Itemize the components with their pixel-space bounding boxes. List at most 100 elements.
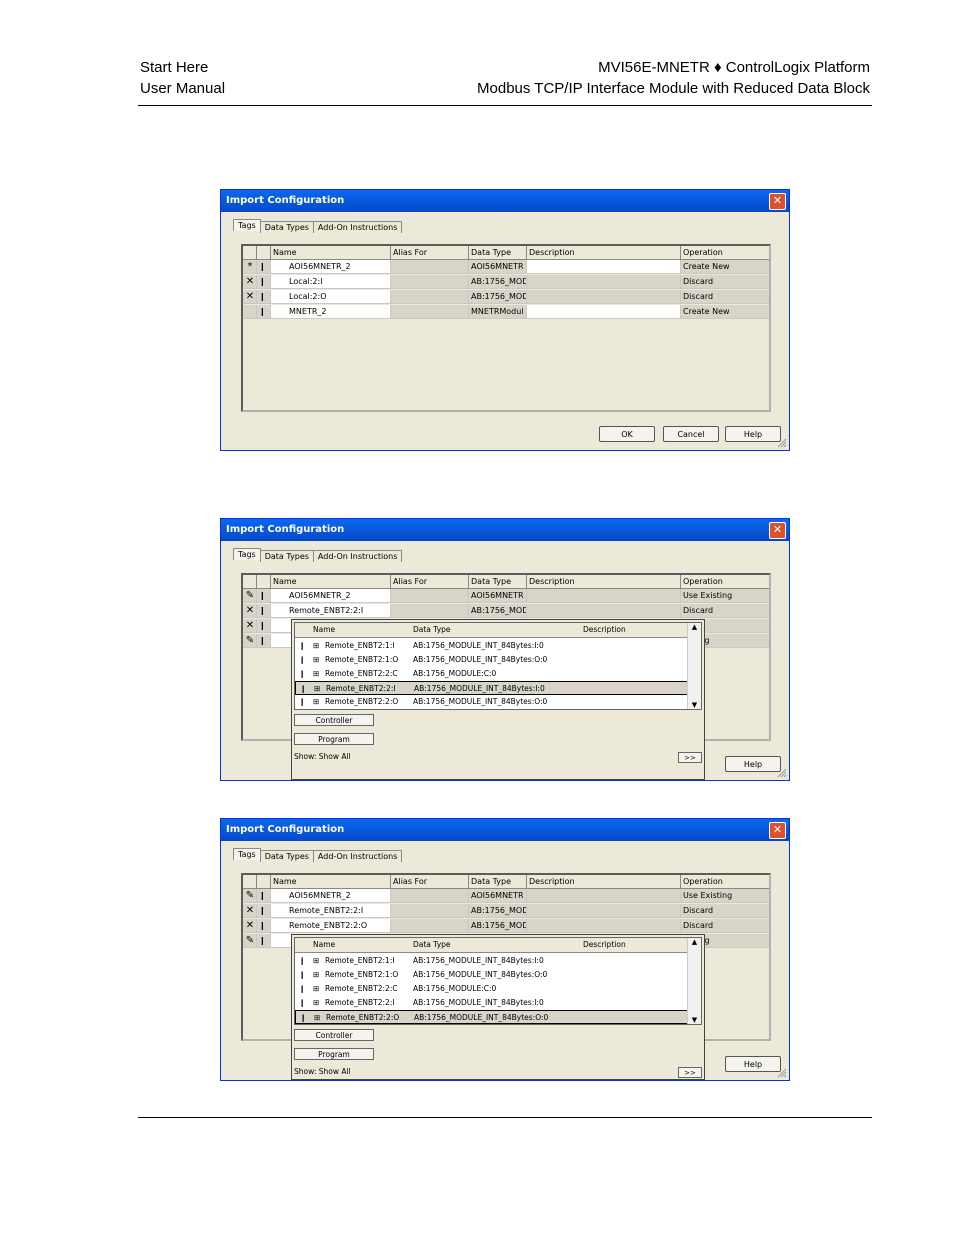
help-button[interactable]: Help — [725, 426, 781, 442]
column-header[interactable]: Alias For — [391, 575, 469, 589]
column-header[interactable]: Data Type — [469, 575, 527, 589]
tab-add-on-instructions[interactable]: Add-On Instructions — [312, 850, 403, 862]
column-header[interactable] — [257, 246, 271, 260]
tag-browser-column[interactable]: Description — [583, 938, 626, 952]
column-header[interactable]: Operation — [681, 875, 769, 889]
operation-cell[interactable]: Use Existing — [681, 589, 769, 603]
operation-cell[interactable]: Discard — [681, 904, 769, 918]
tab-tags[interactable]: Tags — [233, 548, 261, 560]
controller-button[interactable]: Controller — [294, 1029, 374, 1041]
operation-cell[interactable]: Create New — [681, 260, 769, 274]
name-cell[interactable]: MNETR_2 — [271, 305, 391, 319]
tag-browser-column[interactable]: Description — [583, 623, 626, 637]
table-row[interactable]: ✕ ❙ Local:2:O AB:1756_MOD Discard — [243, 290, 769, 304]
tag-browser-column[interactable]: Name — [313, 623, 335, 637]
operation-cell[interactable]: Discard — [681, 290, 769, 304]
row-selector[interactable]: ✎ — [243, 634, 257, 648]
list-item[interactable]: ❙ ⊞ Remote_ENBT2:2:I AB:1756_MODULE_INT_84B… — [295, 996, 689, 1010]
resize-grip-icon[interactable] — [777, 768, 787, 778]
close-icon[interactable]: ✕ — [769, 822, 786, 839]
help-button[interactable]: Help — [725, 756, 781, 772]
list-item[interactable]: ❙ ⊞ Remote_ENBT2:2:I AB:1756_MODULE_INT_84B… — [295, 681, 689, 695]
list-item[interactable]: ❙ ⊞ Remote_ENBT2:2:O AB:1756_MODULE_INT_84B… — [295, 695, 689, 709]
column-header[interactable]: Data Type — [469, 246, 527, 260]
tab-data-types[interactable]: Data Types — [259, 850, 314, 862]
column-header[interactable] — [243, 575, 257, 589]
expand-icon[interactable]: ⊞ — [313, 653, 319, 667]
close-icon[interactable]: ✕ — [769, 193, 786, 210]
tab-tags[interactable]: Tags — [233, 848, 261, 860]
column-header[interactable]: Description — [527, 575, 681, 589]
expand-icon[interactable]: ⊞ — [313, 667, 319, 681]
name-cell[interactable]: AOI56MNETR_2 — [271, 589, 391, 603]
tag-browser-column[interactable]: Data Type — [413, 938, 451, 952]
description-cell[interactable] — [527, 604, 681, 618]
operation-cell[interactable]: Use Existing — [681, 889, 769, 903]
program-button[interactable]: Program — [294, 733, 374, 745]
expand-icon[interactable]: ⊞ — [313, 639, 319, 653]
name-cell[interactable]: AOI56MNETR_2 — [271, 260, 391, 274]
scroll-down-icon[interactable]: ▼ — [688, 1016, 701, 1024]
tab-tags[interactable]: Tags — [233, 219, 261, 231]
column-header[interactable]: Alias For — [391, 246, 469, 260]
scroll-up-icon[interactable]: ▲ — [688, 938, 701, 946]
list-item[interactable]: ❙ ⊞ Remote_ENBT2:1:I AB:1756_MODULE_INT_84B… — [295, 639, 689, 653]
expand-icon[interactable]: ⊞ — [314, 1011, 320, 1024]
close-icon[interactable]: ✕ — [769, 522, 786, 539]
tag-browser-column[interactable]: Data Type — [413, 623, 451, 637]
list-item[interactable]: ❙ ⊞ Remote_ENBT2:1:O AB:1756_MODULE_INT_84B… — [295, 968, 689, 982]
column-header[interactable]: Name — [271, 575, 391, 589]
description-cell[interactable] — [527, 260, 681, 274]
scroll-up-icon[interactable]: ▲ — [688, 623, 701, 631]
column-header[interactable] — [257, 875, 271, 889]
description-cell[interactable] — [527, 904, 681, 918]
row-selector[interactable]: ✕ — [243, 904, 257, 918]
column-header[interactable]: Alias For — [391, 875, 469, 889]
scrollbar[interactable]: ▲ ▼ — [687, 623, 701, 709]
row-selector[interactable]: ✎ — [243, 589, 257, 603]
program-button[interactable]: Program — [294, 1048, 374, 1060]
column-header[interactable]: Operation — [681, 246, 769, 260]
list-item[interactable]: ❙ ⊞ Remote_ENBT2:2:C AB:1756_MODULE:C:0 — [295, 982, 689, 996]
row-selector[interactable]: ✕ — [243, 290, 257, 304]
cancel-button[interactable]: Cancel — [663, 426, 719, 442]
expand-icon[interactable]: ⊞ — [313, 982, 319, 996]
row-selector[interactable]: ✕ — [243, 919, 257, 933]
column-header[interactable]: Name — [271, 246, 391, 260]
help-button[interactable]: Help — [725, 1056, 781, 1072]
tab-add-on-instructions[interactable]: Add-On Instructions — [312, 221, 403, 233]
table-row[interactable]: ✎ ❙ AOI56MNETR_2 AOI56MNETR Use Existing — [243, 889, 769, 903]
more-button[interactable]: >> — [678, 752, 702, 763]
expand-icon[interactable]: ⊞ — [313, 996, 319, 1010]
controller-button[interactable]: Controller — [294, 714, 374, 726]
description-cell[interactable] — [527, 275, 681, 289]
column-header[interactable] — [243, 875, 257, 889]
tab-data-types[interactable]: Data Types — [259, 550, 314, 562]
operation-cell[interactable]: Create New — [681, 305, 769, 319]
column-header[interactable] — [257, 575, 271, 589]
row-selector[interactable]: ✕ — [243, 604, 257, 618]
operation-cell[interactable]: Discard — [681, 275, 769, 289]
row-selector[interactable]: ✎ — [243, 889, 257, 903]
tag-browser-column[interactable]: Name — [313, 938, 335, 952]
operation-cell[interactable]: Discard — [681, 919, 769, 933]
table-row[interactable]: ✕ ❙ Remote_ENBT2:2:I AB:1756_MOD Discard — [243, 604, 769, 618]
column-header[interactable]: Description — [527, 246, 681, 260]
list-item[interactable]: ❙ ⊞ Remote_ENBT2:2:O AB:1756_MODULE_INT_84B… — [295, 1010, 689, 1024]
description-cell[interactable] — [527, 290, 681, 304]
table-row[interactable]: ❙ MNETR_2 MNETRModul Create New — [243, 305, 769, 319]
row-selector[interactable]: ✕ — [243, 275, 257, 289]
expand-icon[interactable]: ⊞ — [313, 695, 319, 709]
scrollbar[interactable]: ▲ ▼ — [687, 938, 701, 1024]
column-header[interactable]: Data Type — [469, 875, 527, 889]
column-header[interactable]: Name — [271, 875, 391, 889]
name-cell[interactable]: Local:2:I — [271, 275, 391, 289]
list-item[interactable]: ❙ ⊞ Remote_ENBT2:1:I AB:1756_MODULE_INT_84B… — [295, 954, 689, 968]
table-row[interactable]: ✕ ❙ Local:2:I AB:1756_MOD Discard — [243, 275, 769, 289]
name-cell[interactable]: Remote_ENBT2:2:O — [271, 919, 391, 933]
tab-add-on-instructions[interactable]: Add-On Instructions — [312, 550, 403, 562]
row-selector[interactable] — [243, 305, 257, 319]
table-row[interactable]: * ❙ AOI56MNETR_2 AOI56MNETR Create New — [243, 260, 769, 274]
expand-icon[interactable]: ⊞ — [314, 682, 320, 696]
row-selector[interactable]: ✕ — [243, 619, 257, 633]
